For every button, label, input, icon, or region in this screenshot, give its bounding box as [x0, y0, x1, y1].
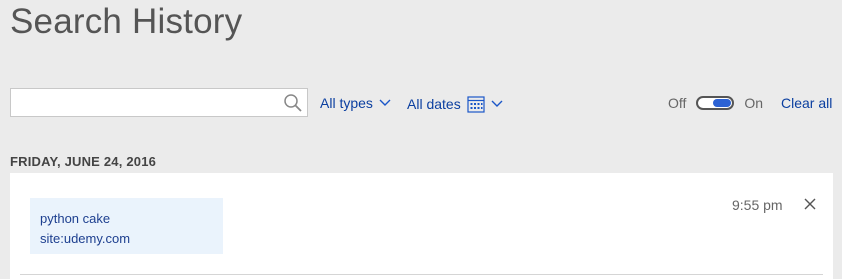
chevron-down-icon — [491, 100, 503, 107]
date-group-header: FRIDAY, JUNE 24, 2016 — [10, 154, 157, 169]
dates-filter-dropdown[interactable]: All dates — [407, 95, 503, 113]
history-group-panel: python cake site:udemy.com 9:55 pm — [10, 173, 833, 279]
entry-timestamp: 9:55 pm — [732, 197, 783, 213]
dates-filter-label: All dates — [407, 96, 461, 112]
search-input[interactable] — [11, 89, 283, 116]
history-toggle[interactable] — [696, 96, 735, 110]
toggle-on-label: On — [744, 95, 764, 111]
query-text-line1: python cake — [40, 211, 111, 226]
types-filter-dropdown[interactable]: All types — [320, 95, 391, 111]
search-icon[interactable] — [283, 93, 303, 113]
search-box[interactable] — [10, 88, 308, 117]
clear-all-link[interactable]: Clear all — [781, 95, 832, 111]
history-entry-query[interactable]: python cake site:udemy.com — [30, 198, 223, 254]
page-title: Search History — [10, 2, 243, 41]
history-toggle-group: Off On — [668, 95, 763, 111]
divider — [20, 274, 823, 275]
toggle-off-label: Off — [668, 95, 687, 111]
calendar-icon[interactable] — [467, 95, 485, 113]
chevron-down-icon — [379, 99, 391, 106]
toggle-knob — [713, 99, 732, 107]
query-text-line2: site:udemy.com — [40, 231, 131, 246]
types-filter-label: All types — [320, 95, 373, 111]
close-icon[interactable] — [803, 197, 817, 211]
